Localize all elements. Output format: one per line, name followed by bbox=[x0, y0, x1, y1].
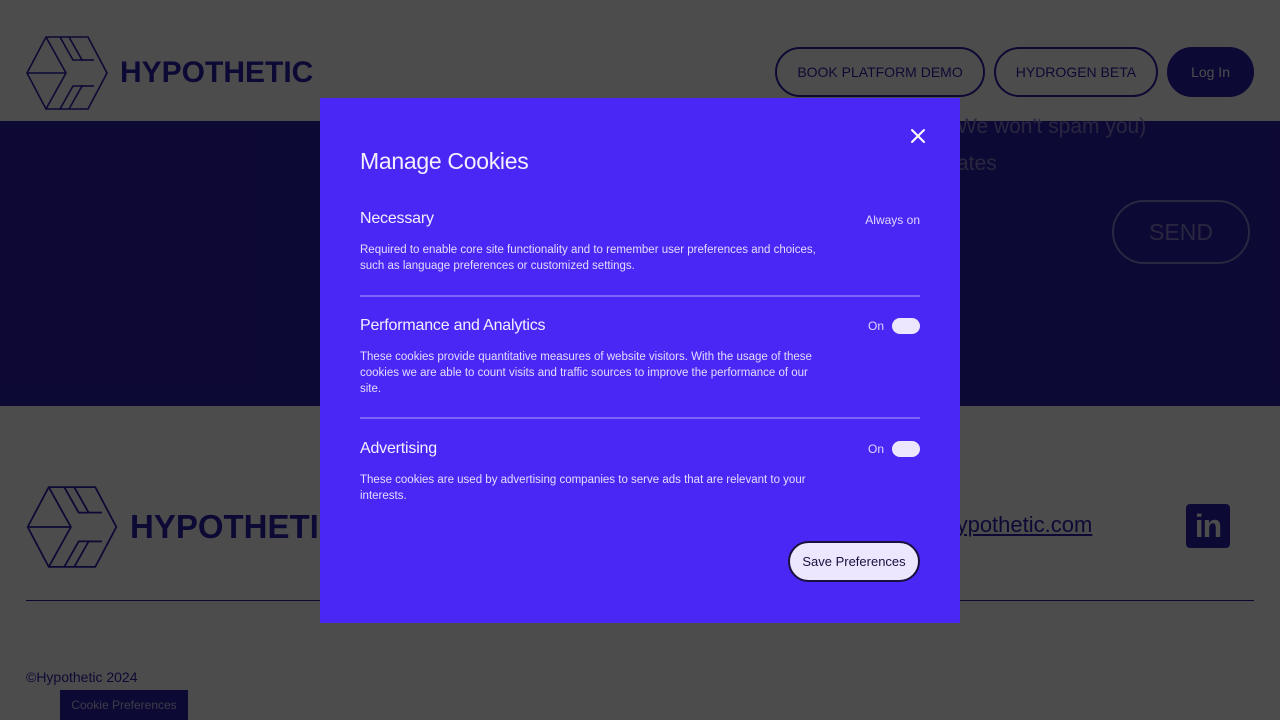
cookie-section-advertising: Advertising On These cookies are used by… bbox=[360, 440, 920, 504]
cookie-section-performance: Performance and Analytics On These cooki… bbox=[360, 317, 920, 397]
toggle-state-label: On bbox=[867, 442, 884, 456]
section-status: On bbox=[868, 318, 920, 334]
section-title: Performance and Analytics bbox=[360, 317, 546, 334]
cookie-section-necessary: Necessary Always on Required to enable c… bbox=[360, 210, 920, 274]
section-title: Necessary bbox=[360, 210, 434, 227]
close-dialog-button[interactable] bbox=[904, 123, 932, 149]
advertising-toggle[interactable] bbox=[892, 441, 920, 457]
section-description: These cookies provide quantitative measu… bbox=[360, 351, 812, 395]
section-description: Required to enable core site functionali… bbox=[360, 244, 816, 272]
section-status: Always on bbox=[865, 213, 920, 227]
performance-toggle[interactable] bbox=[892, 318, 920, 334]
toggle-state-label: On bbox=[867, 319, 884, 333]
section-status: On bbox=[868, 441, 920, 457]
dialog-title: Manage Cookies bbox=[360, 148, 529, 174]
section-divider bbox=[360, 295, 920, 297]
section-title: Advertising bbox=[360, 440, 437, 457]
section-description: These cookies are used by advertising co… bbox=[360, 474, 806, 502]
manage-cookies-dialog: Manage Cookies Necessary Always on Requi… bbox=[320, 98, 960, 623]
section-divider bbox=[360, 417, 920, 419]
save-preferences-button[interactable]: Save Preferences bbox=[788, 541, 920, 582]
close-icon bbox=[911, 129, 925, 143]
always-on-label: Always on bbox=[865, 213, 920, 227]
